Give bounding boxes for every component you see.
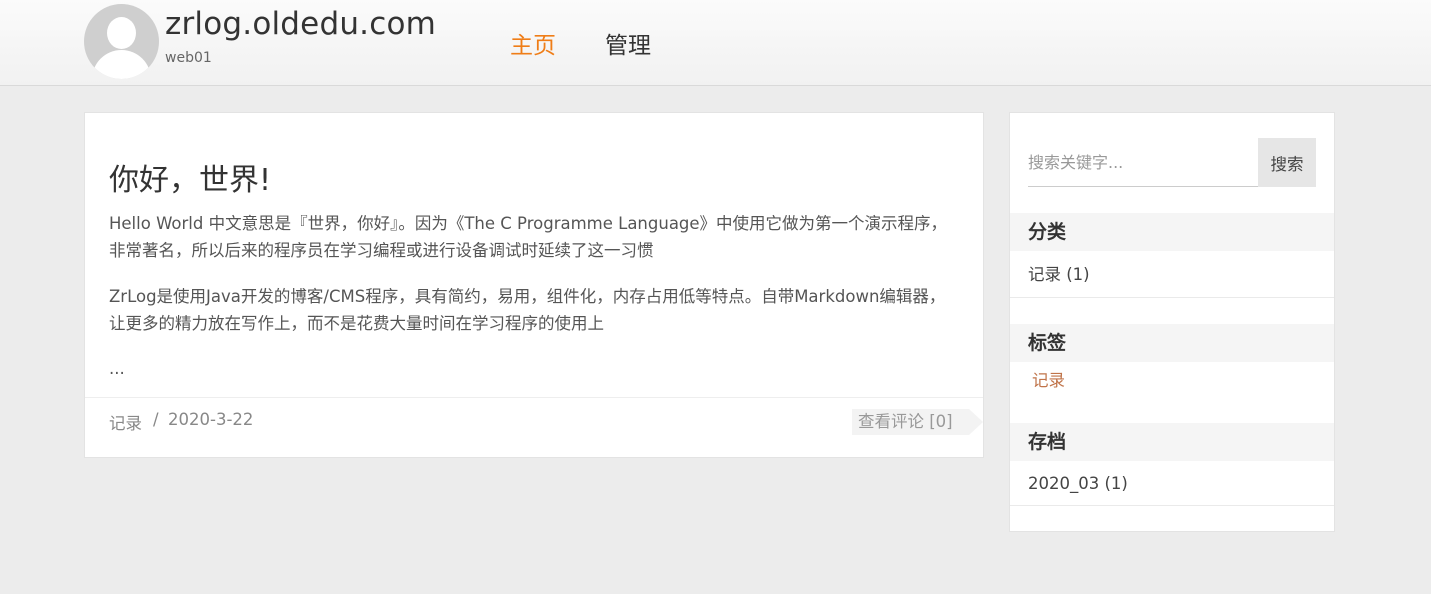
archives-heading: 存档 [1010,423,1334,461]
post-ellipsis: ... [109,359,125,378]
site-subtitle: web01 [165,50,212,66]
post-category-link[interactable]: 记录 [109,410,142,434]
sidebar: 搜索 分类 记录 (1) 标签 记录 存档 2020_03 (1) [1009,112,1335,532]
avatar-body [92,50,151,79]
avatar-icon[interactable] [84,4,159,79]
tag-item[interactable]: 记录 [1010,369,1334,393]
category-item[interactable]: 记录 (1) [1010,263,1334,287]
post-paragraph: ZrLog是使用Java开发的博客/CMS程序，具有简约，易用，组件化，内存占用… [109,287,946,333]
meta-separator: / [153,410,159,429]
search-button[interactable]: 搜索 [1258,138,1316,187]
post-paragraph: Hello World 中文意思是『世界，你好』。因为《The C Progra… [109,214,948,260]
post-footer: 记录 / 2020-3-22 查看评论 [0] [85,397,983,457]
post-card: 你好，世界! Hello World 中文意思是『世界，你好』。因为《The C… [84,112,984,458]
search-input[interactable] [1028,139,1258,187]
archive-item[interactable]: 2020_03 (1) [1010,472,1334,496]
nav-admin[interactable]: 管理 [605,26,651,60]
view-comments-button[interactable]: 查看评论 [0] [852,409,983,435]
divider [1010,505,1334,506]
post-title[interactable]: 你好，世界! [109,155,271,199]
site-title[interactable]: zrlog.oldedu.com [165,6,436,42]
avatar-head [107,17,136,49]
tags-heading: 标签 [1010,324,1334,362]
nav-home[interactable]: 主页 [510,26,556,60]
site-header: zrlog.oldedu.com web01 主页 管理 [0,0,1431,86]
divider [1010,297,1334,298]
post-date: 2020-3-22 [168,410,254,429]
categories-heading: 分类 [1010,213,1334,251]
